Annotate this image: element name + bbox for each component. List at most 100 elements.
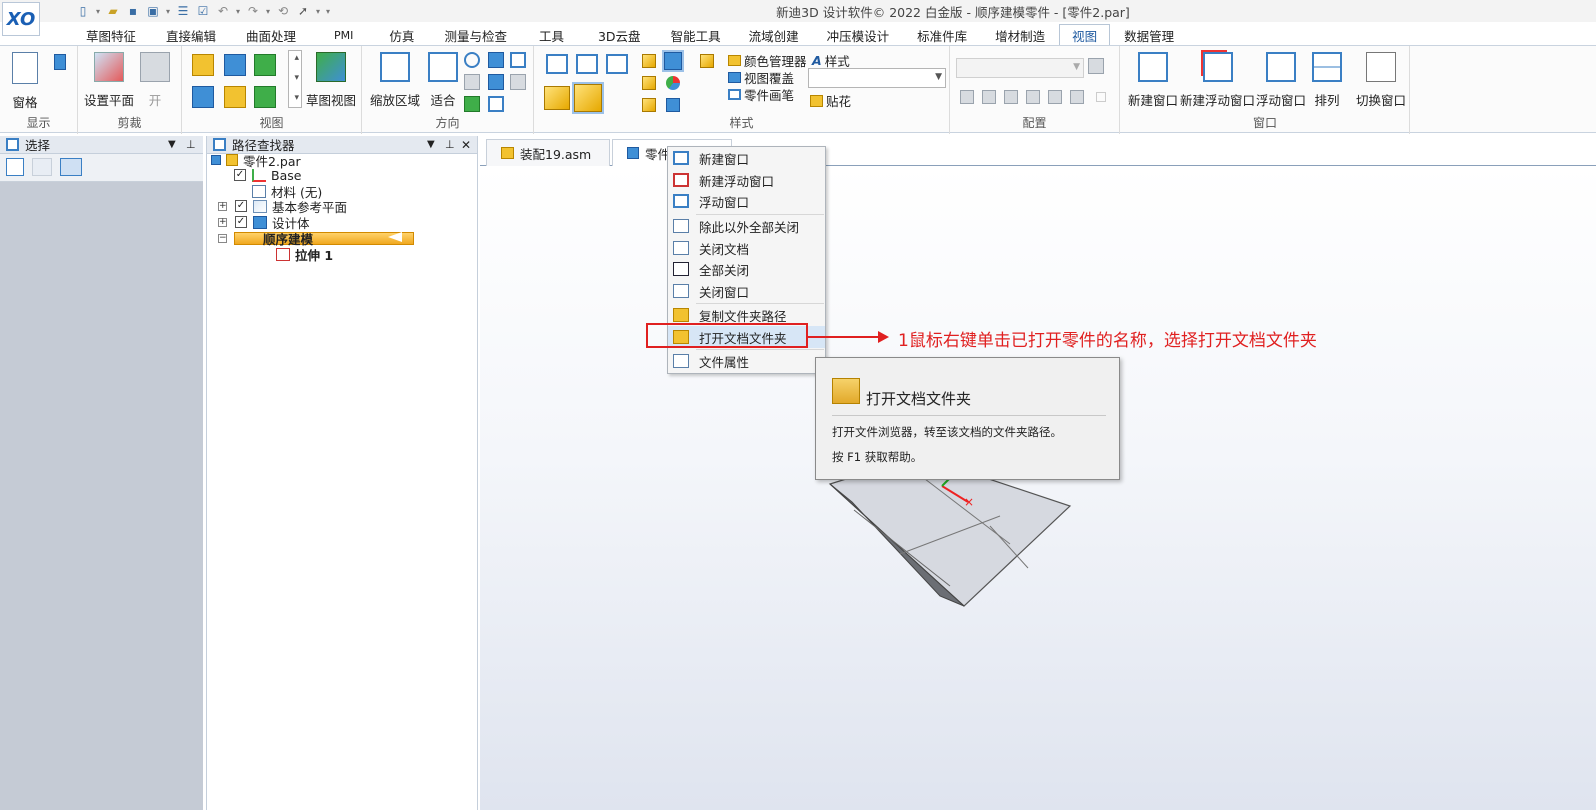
tab-view[interactable]: 视图 [1059, 24, 1111, 46]
menu-item-close-others[interactable]: 除此以外全部关闭 [668, 215, 825, 237]
move-icon[interactable] [510, 74, 526, 90]
pan-icon[interactable] [488, 52, 504, 68]
tab-3d-cloud[interactable]: 3D云盘 [582, 24, 657, 46]
tab-standard-parts[interactable]: 标准件库 [903, 24, 981, 46]
list-view-icon[interactable] [6, 158, 24, 176]
style-icon-c[interactable] [700, 54, 714, 68]
zoom-icon[interactable] [464, 52, 480, 68]
redo-icon[interactable]: ↷ [244, 3, 262, 19]
menu-item-float-window[interactable]: 浮动窗口 [668, 190, 825, 212]
tab-flow-creation[interactable]: 流域创建 [735, 24, 813, 46]
repeat-icon[interactable]: ⟲ [274, 3, 292, 19]
style-icon-b[interactable] [662, 50, 684, 72]
menu-item-new-window[interactable]: 新建窗口 [668, 147, 825, 169]
view-icon-5[interactable] [224, 86, 246, 108]
spin-icon[interactable] [488, 74, 504, 90]
hidden-edges-icon[interactable] [576, 54, 598, 74]
style-icon-e[interactable] [642, 98, 656, 112]
config-icon-1[interactable] [960, 90, 974, 104]
dropdown-icon[interactable]: ▾ [264, 3, 272, 19]
filter-view-icon[interactable] [60, 158, 82, 176]
tab-surfacing[interactable]: 曲面处理 [228, 24, 314, 46]
window-icon[interactable] [510, 52, 526, 68]
list-icon[interactable]: ☰ [174, 3, 192, 19]
close-icon[interactable]: ✕ [461, 138, 471, 152]
shaded-icon[interactable] [544, 86, 570, 110]
pin-icon[interactable]: ⊥ [186, 138, 196, 151]
decal-button[interactable]: 贴花 [810, 91, 851, 110]
tab-additive[interactable]: 增材制造 [981, 24, 1059, 46]
scroll-down-icon[interactable]: ▾ [294, 73, 299, 83]
check-list-icon[interactable]: ☑ [194, 3, 212, 19]
part-pen-button[interactable]: 零件画笔 [728, 85, 794, 104]
dropdown-icon[interactable]: ▾ [164, 3, 172, 19]
chevron-down-icon[interactable]: ▼ [1073, 62, 1080, 72]
new-window-button[interactable]: 新建窗口 [1128, 52, 1178, 109]
float-window-button[interactable]: 浮动窗口 [1256, 52, 1306, 109]
color-wheel-icon[interactable] [666, 76, 680, 90]
view-icon-3[interactable] [254, 54, 276, 76]
wireframe-icon[interactable] [546, 54, 568, 74]
view-icon-6[interactable] [254, 86, 276, 108]
pane-button[interactable]: 窗格 [12, 52, 38, 111]
tab-stamping-die[interactable]: 冲压模设计 [813, 24, 904, 46]
config-save-icon[interactable] [1088, 58, 1104, 74]
sketch-view-button[interactable]: 草图视图 [306, 52, 356, 109]
set-plane-button[interactable]: 设置平面 [84, 52, 134, 109]
panel-menu-icon[interactable]: ▼ [427, 139, 435, 150]
dropdown-icon[interactable]: ▾ [234, 3, 242, 19]
chevron-down-icon[interactable]: ▼ [935, 72, 942, 82]
dropdown-icon[interactable]: ▾ [94, 3, 102, 19]
rollback-marker-icon[interactable] [388, 232, 402, 242]
arrange-button[interactable]: 排列 [1312, 52, 1342, 109]
tab-pmi[interactable]: PMI [314, 24, 373, 46]
view-icon-2[interactable] [224, 54, 246, 76]
rotate-icon[interactable] [464, 74, 480, 90]
visibility-checkbox[interactable]: ✓ [235, 200, 247, 212]
new-file-icon[interactable]: ▯ [74, 3, 92, 19]
named-view-icon[interactable] [488, 96, 504, 112]
view-scroller[interactable]: ▴ ▾ ▾ [288, 50, 302, 108]
tab-sketch-features[interactable]: 草图特征 [46, 24, 154, 46]
shaded-edges-icon[interactable] [572, 82, 604, 114]
menu-item-file-properties[interactable]: 文件属性 [668, 350, 825, 372]
look-at-icon[interactable] [464, 96, 480, 112]
tree-root[interactable]: 零件2.par [211, 152, 301, 169]
graphics-viewport[interactable]: × [480, 166, 1596, 810]
expand-icon[interactable]: + [218, 201, 227, 211]
doc-tab-assembly[interactable]: 装配19.asm [486, 139, 610, 166]
camera-icon[interactable] [1048, 90, 1062, 104]
tab-smart-tools[interactable]: 智能工具 [657, 24, 735, 46]
scroll-up-icon[interactable]: ▴ [294, 53, 299, 63]
style-icon-a[interactable] [642, 54, 656, 68]
undo-icon[interactable]: ↶ [214, 3, 232, 19]
tab-tools[interactable]: 工具 [521, 24, 582, 46]
config-icon-3[interactable] [1004, 90, 1018, 104]
tree-view-icon[interactable] [32, 158, 52, 176]
view-icon-4[interactable] [192, 86, 214, 108]
menu-item-close-window[interactable]: 关闭窗口 [668, 280, 825, 302]
tab-measure-inspect[interactable]: 测量与检查 [430, 24, 521, 46]
switch-window-button[interactable]: 切换窗口 [1356, 52, 1406, 109]
open-button[interactable]: 开 [140, 52, 170, 109]
new-float-window-button[interactable]: 新建浮动窗口 [1180, 52, 1255, 109]
tab-simulation[interactable]: 仿真 [373, 24, 430, 46]
config-checkbox[interactable] [1096, 92, 1106, 102]
customize-icon[interactable]: ▾ [324, 3, 332, 19]
tree-item-extrude[interactable]: 拉伸 1 [276, 246, 333, 263]
open-folder-icon[interactable]: ▰ [104, 3, 122, 19]
visibility-checkbox[interactable]: ✓ [235, 216, 247, 228]
dropdown-icon[interactable]: ▾ [314, 3, 322, 19]
app-logo[interactable]: XO [2, 2, 40, 36]
style-select[interactable]: ▼ [808, 68, 946, 88]
collapse-icon[interactable]: − [218, 233, 227, 243]
zoom-area-button[interactable]: 缩放区域 [370, 52, 420, 109]
save-all-icon[interactable]: ▣ [144, 3, 162, 19]
config-icon-4[interactable] [1026, 90, 1040, 104]
visibility-checkbox[interactable]: ✓ [234, 169, 246, 181]
menu-item-new-float-window[interactable]: 新建浮动窗口 [668, 169, 825, 191]
menu-item-close-all[interactable]: 全部关闭 [668, 258, 825, 280]
visible-edges-icon[interactable] [606, 54, 628, 74]
config-select[interactable]: ▼ [956, 58, 1084, 78]
pin-icon[interactable]: ⊥ [445, 138, 455, 151]
